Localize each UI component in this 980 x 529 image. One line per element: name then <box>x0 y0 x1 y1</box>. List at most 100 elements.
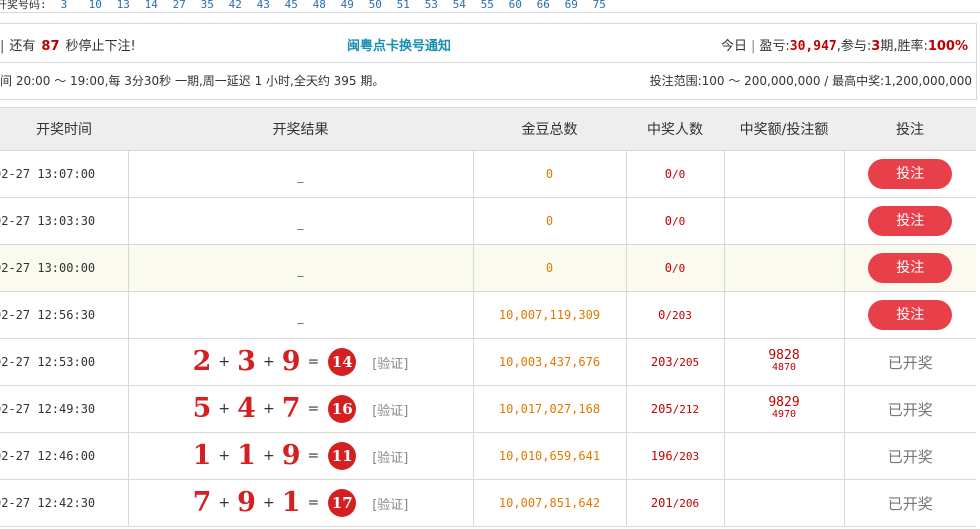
equals-sign: = <box>307 401 320 417</box>
table-row: 02-27 13:07:00 _ 0 0/0 投注 <box>0 150 976 198</box>
winners-slash: / <box>671 168 679 181</box>
bet-amount: 4970 <box>771 409 797 420</box>
plus-sign: + <box>262 354 275 370</box>
participants-value: 212 <box>679 403 700 416</box>
equals-sign: = <box>307 448 320 464</box>
participants-value: 0 <box>678 168 686 181</box>
header-winner-count: 中奖人数 <box>626 107 724 151</box>
draw-result: 7 +9 +1 = 17 [验证] <box>128 479 474 527</box>
gold-total: 10,010,659,641 <box>473 432 627 480</box>
winning-number[interactable]: 14 <box>145 0 173 10</box>
bet-cell: 已开奖 <box>844 432 976 480</box>
profit-value: 30,947 <box>789 39 837 54</box>
winning-number[interactable]: 50 <box>369 0 397 10</box>
bet-cell: 投注 <box>844 291 976 339</box>
participants-value: 206 <box>679 497 700 510</box>
payout-ratio <box>724 150 845 198</box>
win-rate: 100% <box>927 39 968 54</box>
winning-numbers-label: 开奖号码: <box>0 0 47 11</box>
draw-time: 02-27 12:42:30 <box>0 479 129 527</box>
winning-number[interactable]: 42 <box>229 0 257 10</box>
winning-number[interactable]: 66 <box>537 0 565 10</box>
gold-total: 0 <box>473 197 627 245</box>
verify-link[interactable]: [验证] <box>372 447 408 466</box>
winning-number[interactable]: 60 <box>509 0 537 10</box>
winner-count: 0/0 <box>626 244 725 292</box>
verify-link[interactable]: [验证] <box>372 400 408 419</box>
pending-result: _ <box>297 309 304 324</box>
plus-sign: + <box>262 448 275 464</box>
equals-sign: = <box>307 495 320 511</box>
winning-number[interactable]: 55 <box>481 0 509 10</box>
payout-ratio <box>724 291 845 339</box>
join-value: 3 <box>871 39 881 54</box>
participants-value: 0 <box>678 215 686 228</box>
draw-digit-1: 5 <box>192 393 212 424</box>
winner-count: 201/206 <box>626 479 725 527</box>
participants-value: 205 <box>679 356 700 369</box>
bet-button[interactable]: 投注 <box>868 159 953 189</box>
payout-ratio: 9829 4970 <box>724 385 845 433</box>
payout-ratio <box>724 432 845 480</box>
winners-slash: / <box>671 215 679 228</box>
payout-ratio <box>724 479 845 527</box>
payout-amount: 9829 <box>768 395 800 410</box>
winning-number[interactable]: 49 <box>341 0 369 10</box>
bet-button[interactable]: 投注 <box>868 300 953 330</box>
table-row: 02-27 12:42:30 7 +9 +1 = 17 [验证] 10,007,851,642… <box>0 479 976 527</box>
draw-digit-3: 1 <box>281 487 301 518</box>
verify-link[interactable]: [验证] <box>372 494 408 513</box>
pending-result: _ <box>297 215 304 230</box>
winning-number[interactable]: 45 <box>285 0 313 10</box>
draw-time: 02-27 13:07:00 <box>0 150 129 198</box>
draw-digit-3: 7 <box>281 393 301 424</box>
bet-button[interactable]: 投注 <box>868 206 953 236</box>
winner-count: 205/212 <box>626 385 725 433</box>
winning-number[interactable]: 54 <box>453 0 481 10</box>
winning-number[interactable]: 75 <box>593 0 621 10</box>
draw-result: 5 +4 +7 = 16 [验证] <box>128 385 474 433</box>
gold-total: 0 <box>473 150 627 198</box>
countdown-suffix: 秒停止下注! <box>65 39 136 54</box>
winning-number[interactable]: 69 <box>565 0 593 10</box>
plus-sign: + <box>218 448 231 464</box>
verify-link[interactable]: [验证] <box>372 353 408 372</box>
winning-number[interactable]: 43 <box>257 0 285 10</box>
winning-number[interactable]: 10 <box>89 0 117 10</box>
header-bet: 投注 <box>844 107 976 151</box>
winning-number[interactable]: 53 <box>425 0 453 10</box>
draw-formula: 2 +3 +9 = 14 [验证] <box>193 347 409 377</box>
winning-number[interactable]: 51 <box>397 0 425 10</box>
header-gold-total: 金豆总数 <box>473 107 626 151</box>
notice-bar: | 还有 87 秒停止下注! 闽粤点卡换号通知 今日 | 盈亏:30,947,参与:3期,… <box>0 23 977 63</box>
equals-sign: = <box>307 354 320 370</box>
plus-sign: + <box>218 401 231 417</box>
draw-result: _ <box>128 150 474 198</box>
draw-sum-ball: 17 <box>328 489 357 517</box>
table-row: 02-27 13:03:30 _ 0 0/0 投注 <box>0 197 976 245</box>
winning-number[interactable]: 27 <box>173 0 201 10</box>
draw-formula: 1 +1 +9 = 11 [验证] <box>193 441 409 471</box>
winning-number[interactable]: 35 <box>201 0 229 10</box>
number-change-notice-link[interactable]: 闽粤点卡换号通知 <box>347 35 451 54</box>
plus-sign: + <box>218 354 231 370</box>
table-row: 02-27 12:56:30 _ 10,007,119,309 0/203 投注 <box>0 291 976 339</box>
draw-digit-1: 1 <box>192 440 212 471</box>
schedule-info: 间 20:00 ～ 19:00,每 3分30秒 一期,周一延迟 1 小时,全天约… <box>0 74 385 88</box>
winning-number[interactable]: 48 <box>313 0 341 10</box>
winning-number[interactable]: 3 <box>61 0 89 10</box>
bet-button[interactable]: 投注 <box>868 253 953 283</box>
winning-number[interactable]: 13 <box>117 0 145 10</box>
schedule-bar: 间 20:00 ～ 19:00,每 3分30秒 一期,周一延迟 1 小时,全天约… <box>0 61 977 100</box>
draw-formula: 7 +9 +1 = 17 [验证] <box>193 488 409 518</box>
winner-count: 203/205 <box>626 338 725 386</box>
header-draw-result: 开奖结果 <box>128 107 473 151</box>
table-header-row: 开奖时间 开奖结果 金豆总数 中奖人数 中奖额/投注额 投注 <box>0 107 976 151</box>
draw-digit-1: 7 <box>192 487 212 518</box>
winners-value: 0 <box>664 214 672 228</box>
countdown-seconds: 87 <box>41 39 60 54</box>
gold-total: 10,007,851,642 <box>473 479 627 527</box>
bet-range-info: 投注范围:100 ～ 200,000,000 / 最高中奖:1,200,000,… <box>649 74 972 88</box>
winner-count: 0/0 <box>626 197 725 245</box>
header-draw-time: 开奖时间 <box>0 107 128 151</box>
